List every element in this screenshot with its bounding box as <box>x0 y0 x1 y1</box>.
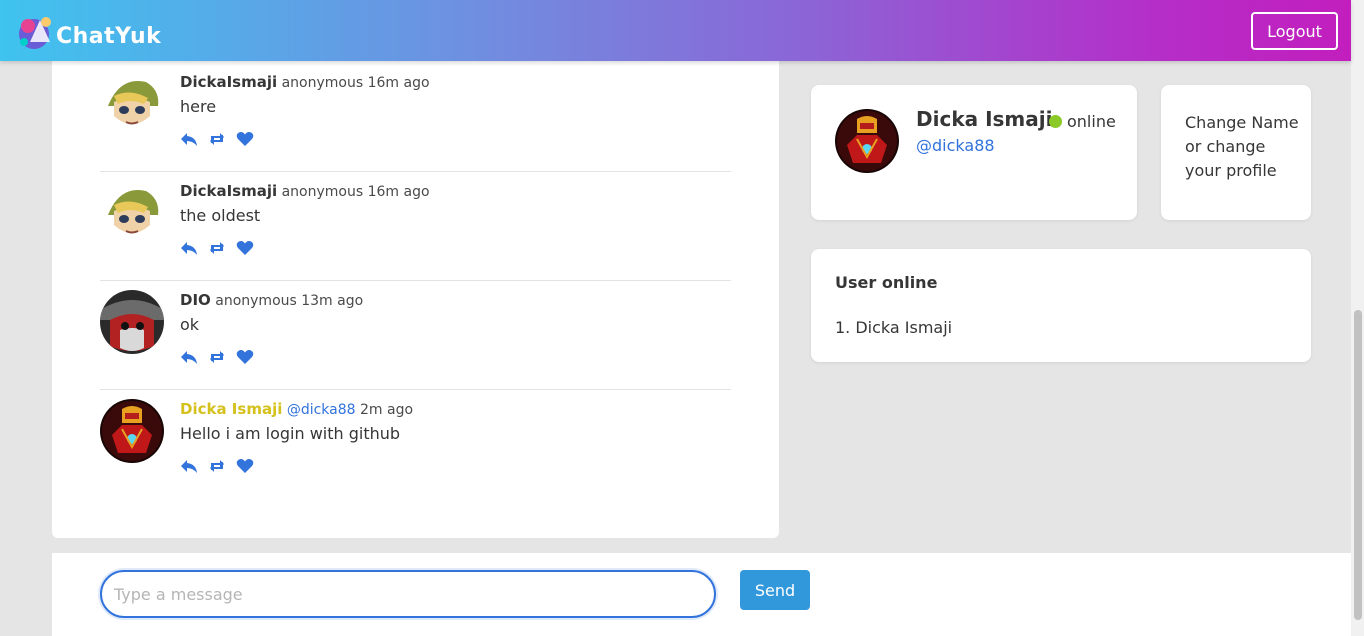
message-item: DickaIsmaji anonymous 16m ago here <box>100 63 731 172</box>
message-header: Dicka Ismaji @dicka88 2m ago <box>180 400 413 418</box>
link-avatar <box>100 72 164 136</box>
profile-avatar <box>835 109 899 173</box>
change-profile-card[interactable]: Change Name or change your profile <box>1161 85 1311 220</box>
online-users-title: User online <box>835 273 938 292</box>
status-label: online <box>1067 112 1116 131</box>
message-header: DIO anonymous 13m ago <box>180 291 363 309</box>
ironman-avatar <box>100 399 164 463</box>
profile-card: Dicka Ismaji online @dicka88 <box>811 85 1137 220</box>
navbar: ChatYuk Logout <box>0 0 1351 61</box>
profile-name: Dicka Ismaji <box>916 107 1053 131</box>
message-input[interactable] <box>100 570 716 618</box>
avatar-image <box>100 399 164 463</box>
message-text: here <box>180 97 217 116</box>
message-item: DickaIsmaji anonymous 16m ago the oldest <box>100 172 731 281</box>
reply-icon[interactable] <box>180 348 198 366</box>
message-author[interactable]: DIO <box>180 291 211 309</box>
reply-icon[interactable] <box>180 457 198 475</box>
avatar-image <box>100 72 164 136</box>
heart-icon[interactable] <box>236 457 254 475</box>
message-meta: anonymous 13m ago <box>215 293 364 309</box>
avatar-image <box>100 290 164 354</box>
message-handle[interactable]: @dicka88 <box>287 402 356 418</box>
heart-icon[interactable] <box>236 348 254 366</box>
scrollbar[interactable] <box>1351 0 1364 636</box>
change-profile-label[interactable]: Change Name or change your profile <box>1185 111 1300 183</box>
retweet-icon[interactable] <box>208 130 226 148</box>
heart-icon[interactable] <box>236 239 254 257</box>
message-actions <box>180 239 254 257</box>
message-author[interactable]: DickaIsmaji <box>180 182 277 200</box>
status-badge: online <box>1049 112 1116 131</box>
online-dot-icon <box>1049 115 1062 128</box>
dio-avatar <box>100 290 164 354</box>
retweet-icon[interactable] <box>208 239 226 257</box>
message-item: DIO anonymous 13m ago ok <box>100 281 731 390</box>
ironman-avatar-icon <box>835 109 899 173</box>
message-text: ok <box>180 315 200 334</box>
link-avatar <box>100 181 164 245</box>
message-actions <box>180 348 254 366</box>
chat-panel: DickaIsmaji anonymous 16m ago here Dicka… <box>52 40 779 538</box>
retweet-icon[interactable] <box>208 348 226 366</box>
logout-button[interactable]: Logout <box>1251 12 1338 50</box>
avatar-image <box>100 181 164 245</box>
online-users-card: User online 1. Dicka Ismaji <box>811 249 1311 362</box>
message-text: Hello i am login with github <box>180 424 401 443</box>
heart-icon[interactable] <box>236 130 254 148</box>
scrollbar-thumb[interactable] <box>1354 310 1362 620</box>
message-meta: anonymous 16m ago <box>281 184 430 200</box>
app-title: ChatYuk <box>56 24 162 49</box>
logo-icon <box>19 17 51 49</box>
message-header: DickaIsmaji anonymous 16m ago <box>180 73 430 91</box>
message-actions <box>180 457 254 475</box>
message-author[interactable]: Dicka Ismaji <box>180 400 282 418</box>
message-header: DickaIsmaji anonymous 16m ago <box>180 182 430 200</box>
profile-handle[interactable]: @dicka88 <box>916 136 995 155</box>
message-actions <box>180 130 254 148</box>
message-meta: anonymous 16m ago <box>281 75 430 91</box>
online-user-item: 1. Dicka Ismaji <box>835 318 953 337</box>
message-author[interactable]: DickaIsmaji <box>180 73 277 91</box>
send-button[interactable]: Send <box>740 570 810 610</box>
composer: Send <box>52 553 1351 636</box>
message-text: the oldest <box>180 206 261 225</box>
message-meta: 2m ago <box>360 402 414 418</box>
retweet-icon[interactable] <box>208 457 226 475</box>
reply-icon[interactable] <box>180 239 198 257</box>
reply-icon[interactable] <box>180 130 198 148</box>
message-item: Dicka Ismaji @dicka88 2m ago Hello i am … <box>100 390 731 499</box>
